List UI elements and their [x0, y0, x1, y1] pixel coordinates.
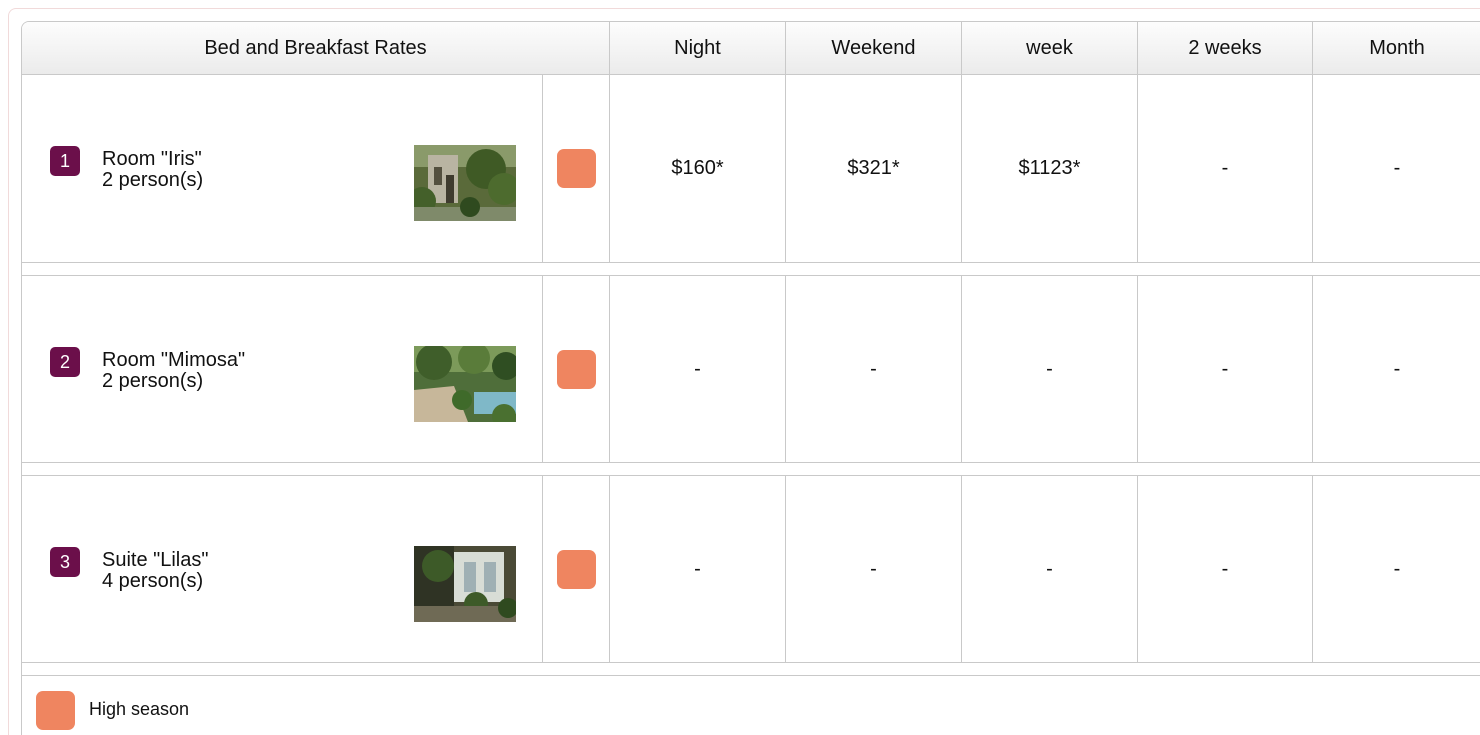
table-row: 1 Room "Iris" 2 person(s) $160* $321* $1… — [22, 75, 1480, 262]
header-night: Night — [610, 22, 786, 74]
header-month: Month — [1369, 37, 1425, 59]
room-photo-iris[interactable] — [414, 145, 516, 221]
price-weekend: $321* — [786, 75, 962, 262]
room-capacity: 2 person(s) — [102, 370, 204, 392]
price-weekend: - — [786, 276, 962, 462]
high-season-swatch — [556, 549, 596, 589]
price-weekend: - — [786, 476, 962, 662]
room-name[interactable]: Suite "Lilas" 4 person(s) — [102, 550, 208, 592]
price-2-weeks: - — [1138, 276, 1313, 462]
season-cell — [543, 276, 610, 462]
room-name[interactable]: Room "Iris" 2 person(s) — [102, 149, 203, 191]
room-photo-mimosa[interactable] — [414, 346, 516, 422]
room-cell: 3 Suite "Lilas" 4 person(s) — [22, 476, 543, 662]
table-header: Bed and Breakfast Rates Night Weekend we… — [22, 22, 1480, 75]
rates-table: Bed and Breakfast Rates Night Weekend we… — [21, 21, 1480, 735]
price-2-weeks: - — [1138, 476, 1313, 662]
legend-swatch — [36, 691, 75, 730]
legend-label: High season — [89, 699, 190, 719]
room-number-badge: 1 — [50, 146, 80, 176]
room-cell: 1 Room "Iris" 2 person(s) — [22, 75, 543, 262]
price-night: - — [610, 276, 786, 462]
high-season-swatch — [556, 349, 596, 389]
header-title: Bed and Breakfast Rates — [22, 22, 610, 74]
price-month: - — [1393, 157, 1401, 179]
room-capacity: 4 person(s) — [102, 570, 204, 592]
header-2-weeks: 2 weeks — [1138, 22, 1313, 74]
room-name[interactable]: Room "Mimosa" 2 person(s) — [102, 350, 245, 392]
price-night: - — [610, 476, 786, 662]
room-number-badge: 2 — [50, 347, 80, 377]
header-week: week — [962, 22, 1138, 74]
room-title[interactable]: Room "Mimosa" — [102, 350, 245, 371]
price-night: $160* — [610, 75, 786, 262]
room-title[interactable]: Suite "Lilas" — [102, 550, 208, 571]
price-week: - — [962, 476, 1138, 662]
table-row: 3 Suite "Lilas" 4 person(s) - - - - - — [22, 476, 1480, 662]
room-title[interactable]: Room "Iris" — [102, 149, 203, 170]
price-week: - — [962, 276, 1138, 462]
high-season-swatch — [556, 149, 596, 188]
row-separator — [22, 462, 1480, 476]
season-cell — [543, 75, 610, 262]
room-capacity: 2 person(s) — [102, 169, 204, 191]
season-cell — [543, 476, 610, 662]
price-month: - — [1393, 357, 1401, 380]
price-month: - — [1393, 557, 1401, 580]
room-photo-lilas[interactable] — [414, 546, 516, 622]
price-2-weeks: - — [1138, 75, 1313, 262]
price-week: $1123* — [962, 75, 1138, 262]
table-row: 2 Room "Mimosa" 2 person(s) - - - - - — [22, 276, 1480, 462]
room-cell: 2 Room "Mimosa" 2 person(s) — [22, 276, 543, 462]
header-weekend: Weekend — [786, 22, 962, 74]
season-legend: High season — [22, 675, 1480, 735]
row-separator — [22, 262, 1480, 276]
row-separator — [22, 662, 1480, 676]
room-number-badge: 3 — [50, 547, 80, 577]
